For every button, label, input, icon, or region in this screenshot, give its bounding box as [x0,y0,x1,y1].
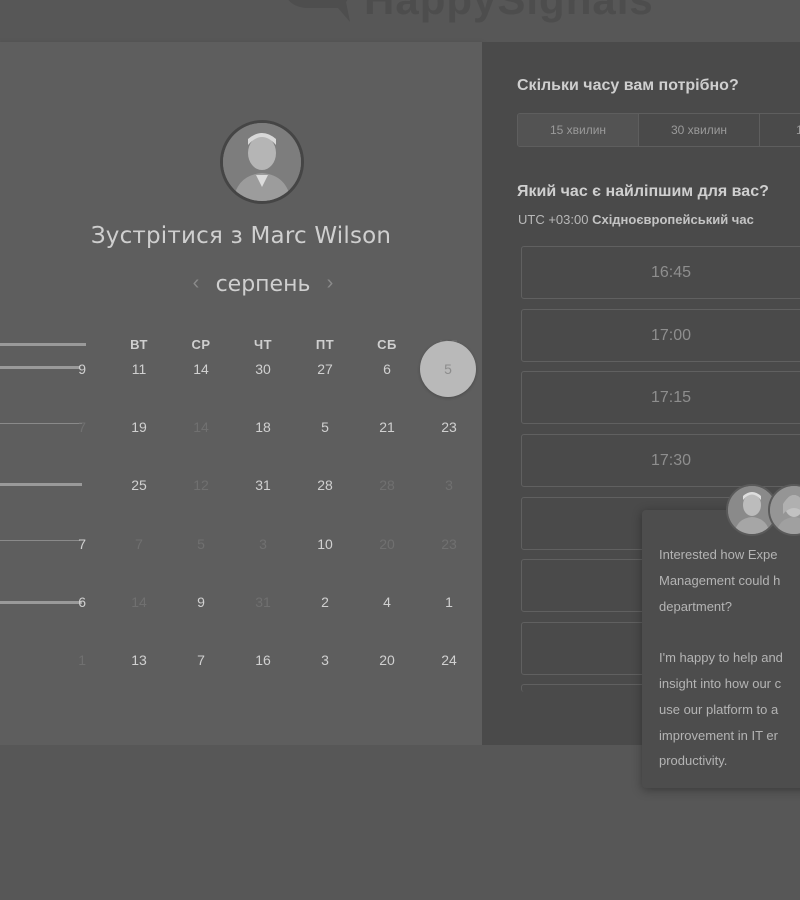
duration-question: Скільки часу вам потрібно? [517,77,739,94]
timezone-label[interactable]: UTC +03:00 Східноєвропейський час [518,212,754,227]
calendar-day[interactable]: 5 [176,536,226,552]
calendar-day[interactable]: 7 [50,536,86,552]
avatar-icon [223,123,301,201]
calendar-day[interactable]: 14 [176,361,226,377]
calendar-day[interactable]: 31 [238,477,288,493]
duration-option[interactable]: 15 хвилин [518,114,639,146]
logo-icon [288,0,350,22]
duration-option[interactable]: 1 [760,114,800,146]
calendar-day[interactable]: 4 [362,594,412,610]
weekday-label: ЧТ [253,337,273,352]
month-navigator: ‹ серпень › [0,272,482,302]
selected-day[interactable]: 5 [420,341,476,397]
calendar-day[interactable]: 3 [424,477,474,493]
calendar-day[interactable]: 24 [424,652,474,668]
calendar-day[interactable]: 6 [50,594,86,610]
calendar-day[interactable]: 19 [114,419,164,435]
calendar-day[interactable]: 11 [114,361,164,377]
meeting-title: Зустрітися з Marc Wilson [90,223,392,249]
timezone-offset: UTC +03:00 [518,212,589,227]
avatar-icon [770,486,800,534]
calendar-edge-line [0,483,82,486]
calendar-day[interactable]: 27 [300,361,350,377]
calendar-day[interactable]: 20 [362,536,412,552]
calendar-day[interactable]: 25 [114,477,164,493]
time-question: Який час є найліпшим для вас? [517,183,769,200]
duration-selector: 15 хвилин 30 хвилин 1 [517,113,800,147]
calendar-day[interactable]: 13 [114,652,164,668]
chevron-right-icon[interactable]: › [320,272,340,295]
time-slot[interactable]: 17:15 [521,371,800,424]
time-slot[interactable]: 17:30 [521,434,800,487]
calendar-day[interactable]: 10 [300,536,350,552]
calendar-day[interactable]: 9 [50,361,86,377]
host-avatar [220,120,304,204]
weekday-label: ПТ [315,337,335,352]
calendar-day[interactable]: 2 [300,594,350,610]
calendar-day[interactable]: 23 [424,419,474,435]
duration-option[interactable]: 30 хвилин [639,114,760,146]
calendar-day[interactable]: 14 [114,594,164,610]
time-slot[interactable]: 17:00 [521,309,800,362]
calendar-day[interactable]: 1 [50,652,86,668]
month-label: серпень [215,272,311,297]
calendar-edge-line [0,343,86,346]
chevron-left-icon[interactable]: ‹ [186,272,206,295]
calendar-day[interactable]: 23 [424,536,474,552]
calendar-day[interactable]: 20 [362,652,412,668]
top-bar: HappySignals [0,0,800,42]
weekday-label: СР [191,337,211,352]
weekday-label: СБ [377,337,397,352]
calendar-day[interactable]: 28 [300,477,350,493]
calendar-day[interactable]: 5 [300,419,350,435]
time-slot[interactable]: 16:45 [521,246,800,299]
calendar-day[interactable]: 3 [238,536,288,552]
calendar-day[interactable]: 28 [362,477,412,493]
calendar-day[interactable]: 31 [238,594,288,610]
calendar-day[interactable]: 30 [238,361,288,377]
calendar-day[interactable]: 7 [114,536,164,552]
calendar-day[interactable]: 12 [176,477,226,493]
calendar-day[interactable]: 1 [424,594,474,610]
calendar-day[interactable]: 9 [176,594,226,610]
chat-message: Interested how Expe Management could h d… [659,547,783,769]
calendar-day[interactable]: 7 [50,419,86,435]
brand-logo-text: HappySignals [364,0,654,24]
timezone-name: Східноєвропейський час [592,212,754,227]
calendar-day[interactable]: 16 [238,652,288,668]
calendar-day[interactable]: 6 [362,361,412,377]
calendar-day[interactable]: 14 [176,419,226,435]
weekday-label: ВТ [130,337,148,352]
calendar-day[interactable]: 7 [176,652,226,668]
calendar-day[interactable]: 21 [362,419,412,435]
calendar-day[interactable]: 3 [300,652,350,668]
calendar-day[interactable]: 18 [238,419,288,435]
